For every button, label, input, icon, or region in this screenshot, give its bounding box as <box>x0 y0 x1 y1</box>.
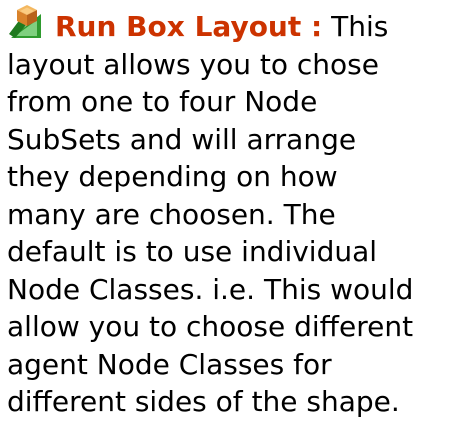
topic-heading-line: Run Box Layout : This <box>7 4 447 46</box>
text-line: from one to four Node <box>7 85 318 118</box>
text-line: Node Classes. i.e. This would <box>7 272 414 306</box>
text-line: This <box>331 10 389 43</box>
node-box-icon <box>7 4 47 40</box>
text-line: many are choosen. The <box>7 197 336 231</box>
text-line: different sides of the shape. <box>7 385 400 418</box>
help-topic: Run Box Layout : This layout allows you … <box>7 4 447 421</box>
text-line: allow you to choose different <box>7 310 414 343</box>
text-line: default is to use individual <box>7 235 378 268</box>
text-line: agent Node Classes for <box>7 347 332 381</box>
text-line: SubSets and will arrange <box>7 122 357 156</box>
text-line: they depending on how <box>7 160 338 193</box>
text-line: layout allows you to chose <box>7 47 379 81</box>
topic-heading: Run Box Layout : <box>55 10 323 43</box>
